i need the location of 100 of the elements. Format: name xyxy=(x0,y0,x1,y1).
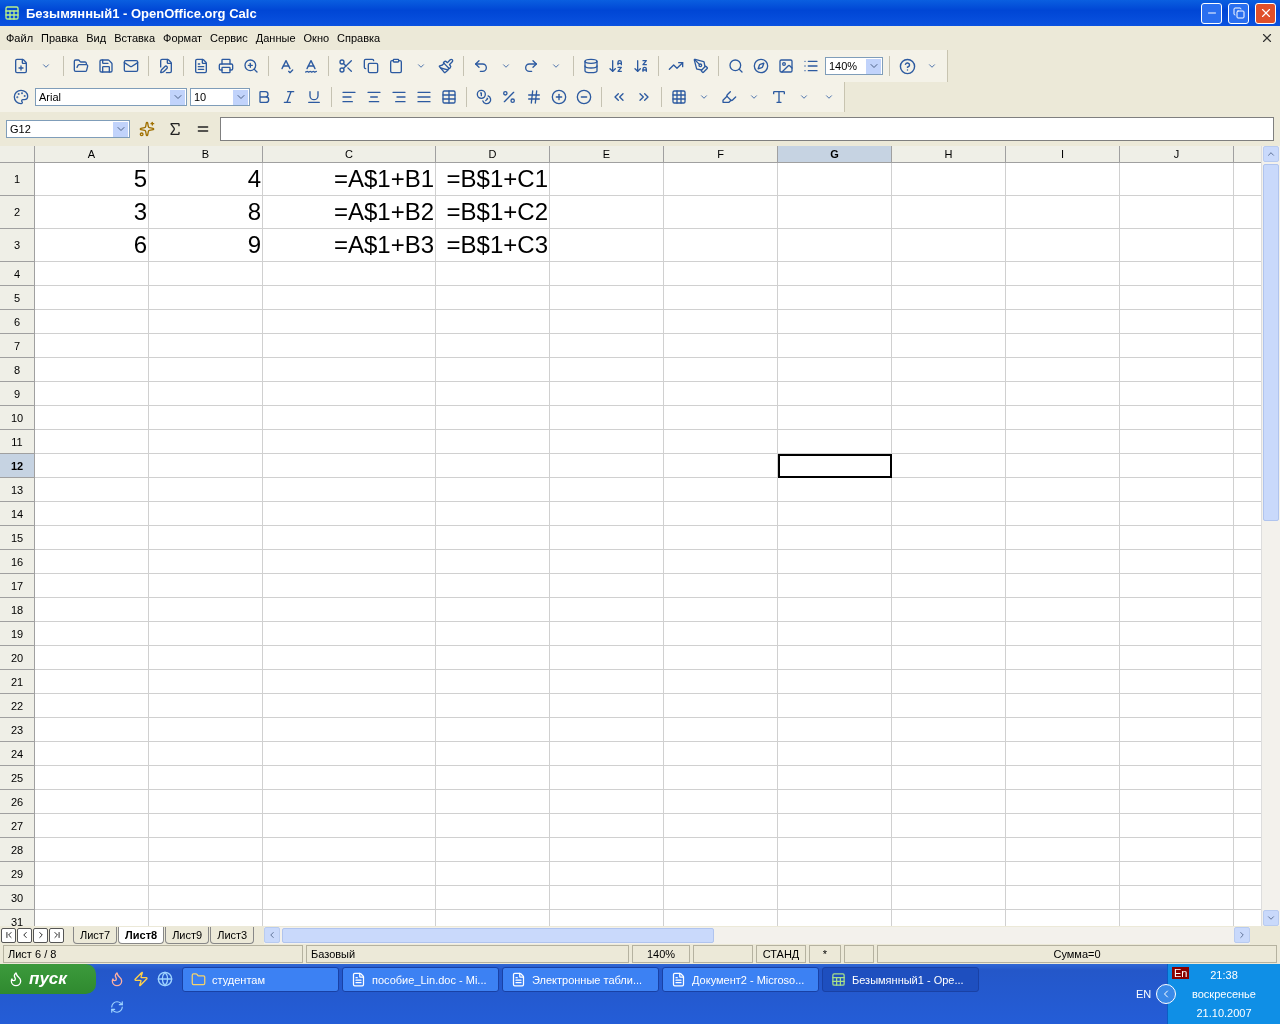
row-header[interactable]: 24 xyxy=(0,742,35,766)
quick-launch-button[interactable] xyxy=(108,998,126,1016)
row-header[interactable]: 21 xyxy=(0,670,35,694)
column-header[interactable]: G xyxy=(778,146,892,163)
row-header[interactable]: 12 xyxy=(0,454,35,478)
taskbar-button[interactable]: студентам xyxy=(182,967,339,992)
sum-indicator: Сумма=0 xyxy=(877,945,1277,963)
row-header[interactable]: 26 xyxy=(0,790,35,814)
italic-icon xyxy=(281,89,297,105)
taskbar-button[interactable]: Документ2 - Microso... xyxy=(662,967,819,992)
language-label[interactable]: EN xyxy=(1136,988,1152,1000)
taskbar-button[interactable]: Электронные табли... xyxy=(502,967,659,992)
row-header[interactable]: 17 xyxy=(0,574,35,598)
column-header[interactable]: A xyxy=(35,146,149,163)
row-header[interactable]: 18 xyxy=(0,598,35,622)
table-cell: =A$1+B3 xyxy=(263,229,436,262)
row-header[interactable]: 7 xyxy=(0,334,35,358)
column-header[interactable]: C xyxy=(263,146,436,163)
row-header[interactable]: 1 xyxy=(0,163,35,196)
show-hidden-icons-button[interactable] xyxy=(1156,984,1176,1004)
save-icon xyxy=(98,58,114,74)
merge-cells-icon xyxy=(441,89,457,105)
menu-item[interactable]: Окно xyxy=(299,32,334,44)
menu-item[interactable]: Данные xyxy=(251,32,300,44)
font-name-dropdown[interactable]: Arial xyxy=(35,88,187,106)
zoom-dropdown[interactable]: 140% xyxy=(825,57,883,75)
caret-icon xyxy=(501,61,511,71)
close-button[interactable] xyxy=(1255,2,1276,24)
table-cell: =A$1+B1 xyxy=(263,163,436,196)
caret-icon xyxy=(749,92,759,102)
formula-input[interactable] xyxy=(220,117,1274,141)
scroll-thumb[interactable] xyxy=(1263,164,1279,521)
start-button[interactable]: пуск xyxy=(0,964,96,994)
row-header[interactable]: 28 xyxy=(0,838,35,862)
table-cell: 8 xyxy=(149,196,263,229)
taskbar-button[interactable]: Безымянный1 - Ope... xyxy=(822,967,979,992)
row-header[interactable]: 19 xyxy=(0,622,35,646)
sheet-tab[interactable]: Лист8 xyxy=(118,926,165,944)
column-header[interactable]: I xyxy=(1006,146,1120,163)
row-header[interactable]: 2 xyxy=(0,196,35,229)
row-header[interactable]: 8 xyxy=(0,358,35,382)
last-sheet-button[interactable] xyxy=(49,927,64,943)
caret-icon xyxy=(1237,930,1247,940)
language-indicator[interactable]: En xyxy=(1172,967,1190,979)
window-title: Безымянный1 - OpenOffice.org Calc xyxy=(26,5,258,21)
caret-icon xyxy=(699,92,709,102)
printer-icon xyxy=(218,58,234,74)
font-size-dropdown[interactable]: 10 xyxy=(190,88,250,106)
row-header[interactable]: 20 xyxy=(0,646,35,670)
sheet-tab[interactable]: Лист9 xyxy=(165,926,210,944)
taskbar-button[interactable]: пособие_Lin.doc - Mi... xyxy=(342,967,499,992)
row-header[interactable]: 25 xyxy=(0,766,35,790)
column-header[interactable]: F xyxy=(664,146,778,163)
row-header[interactable]: 31 xyxy=(0,910,35,926)
menu-item[interactable]: Справка xyxy=(333,32,385,44)
restore-button[interactable] xyxy=(1228,2,1249,24)
column-header[interactable]: B xyxy=(149,146,263,163)
row-header[interactable]: 30 xyxy=(0,886,35,910)
row-header[interactable]: 3 xyxy=(0,229,35,262)
row-header[interactable]: 11 xyxy=(0,430,35,454)
lightning-icon xyxy=(133,971,149,987)
column-header[interactable]: E xyxy=(550,146,664,163)
menu-item[interactable]: Сервис xyxy=(206,32,252,44)
column-header[interactable]: J xyxy=(1120,146,1234,163)
row-header[interactable]: 27 xyxy=(0,814,35,838)
row-header[interactable]: 9 xyxy=(0,382,35,406)
menu-item[interactable]: Вид xyxy=(82,32,111,44)
scroll-thumb[interactable] xyxy=(282,927,715,943)
minimize-button[interactable] xyxy=(1201,2,1222,24)
row-header[interactable]: 29 xyxy=(0,862,35,886)
column-header[interactable]: D xyxy=(436,146,550,163)
first-sheet-button[interactable] xyxy=(1,927,16,943)
row-header[interactable]: 23 xyxy=(0,718,35,742)
menu-item[interactable]: Вставка xyxy=(110,32,159,44)
column-header[interactable]: H xyxy=(892,146,1006,163)
menu-item[interactable]: Правка xyxy=(37,32,83,44)
menu-item[interactable]: Формат xyxy=(159,32,207,44)
menu-item[interactable]: Файл xyxy=(2,32,38,44)
row-header[interactable]: 14 xyxy=(0,502,35,526)
name-box[interactable]: G12 xyxy=(6,120,130,138)
vertical-scrollbar[interactable] xyxy=(1261,146,1280,926)
row-header[interactable]: 15 xyxy=(0,526,35,550)
quick-launch-button[interactable] xyxy=(132,970,150,988)
previous-sheet-button[interactable] xyxy=(17,927,32,943)
sheet-tab[interactable]: Лист7 xyxy=(73,926,118,944)
row-header[interactable]: 22 xyxy=(0,694,35,718)
sheet-indicator: Лист 6 / 8 xyxy=(3,945,303,963)
sheet-tab[interactable]: Лист3 xyxy=(210,926,255,944)
quick-launch-button[interactable] xyxy=(156,970,174,988)
horizontal-scrollbar[interactable] xyxy=(264,926,1250,944)
row-header[interactable]: 6 xyxy=(0,310,35,334)
caret-icon xyxy=(551,61,561,71)
row-header[interactable]: 4 xyxy=(0,262,35,286)
row-header[interactable]: 10 xyxy=(0,406,35,430)
row-header[interactable]: 5 xyxy=(0,286,35,310)
corner-cell[interactable] xyxy=(0,146,35,163)
row-header[interactable]: 13 xyxy=(0,478,35,502)
caret-icon xyxy=(41,61,51,71)
row-header[interactable]: 16 xyxy=(0,550,35,574)
next-sheet-button[interactable] xyxy=(33,927,48,943)
